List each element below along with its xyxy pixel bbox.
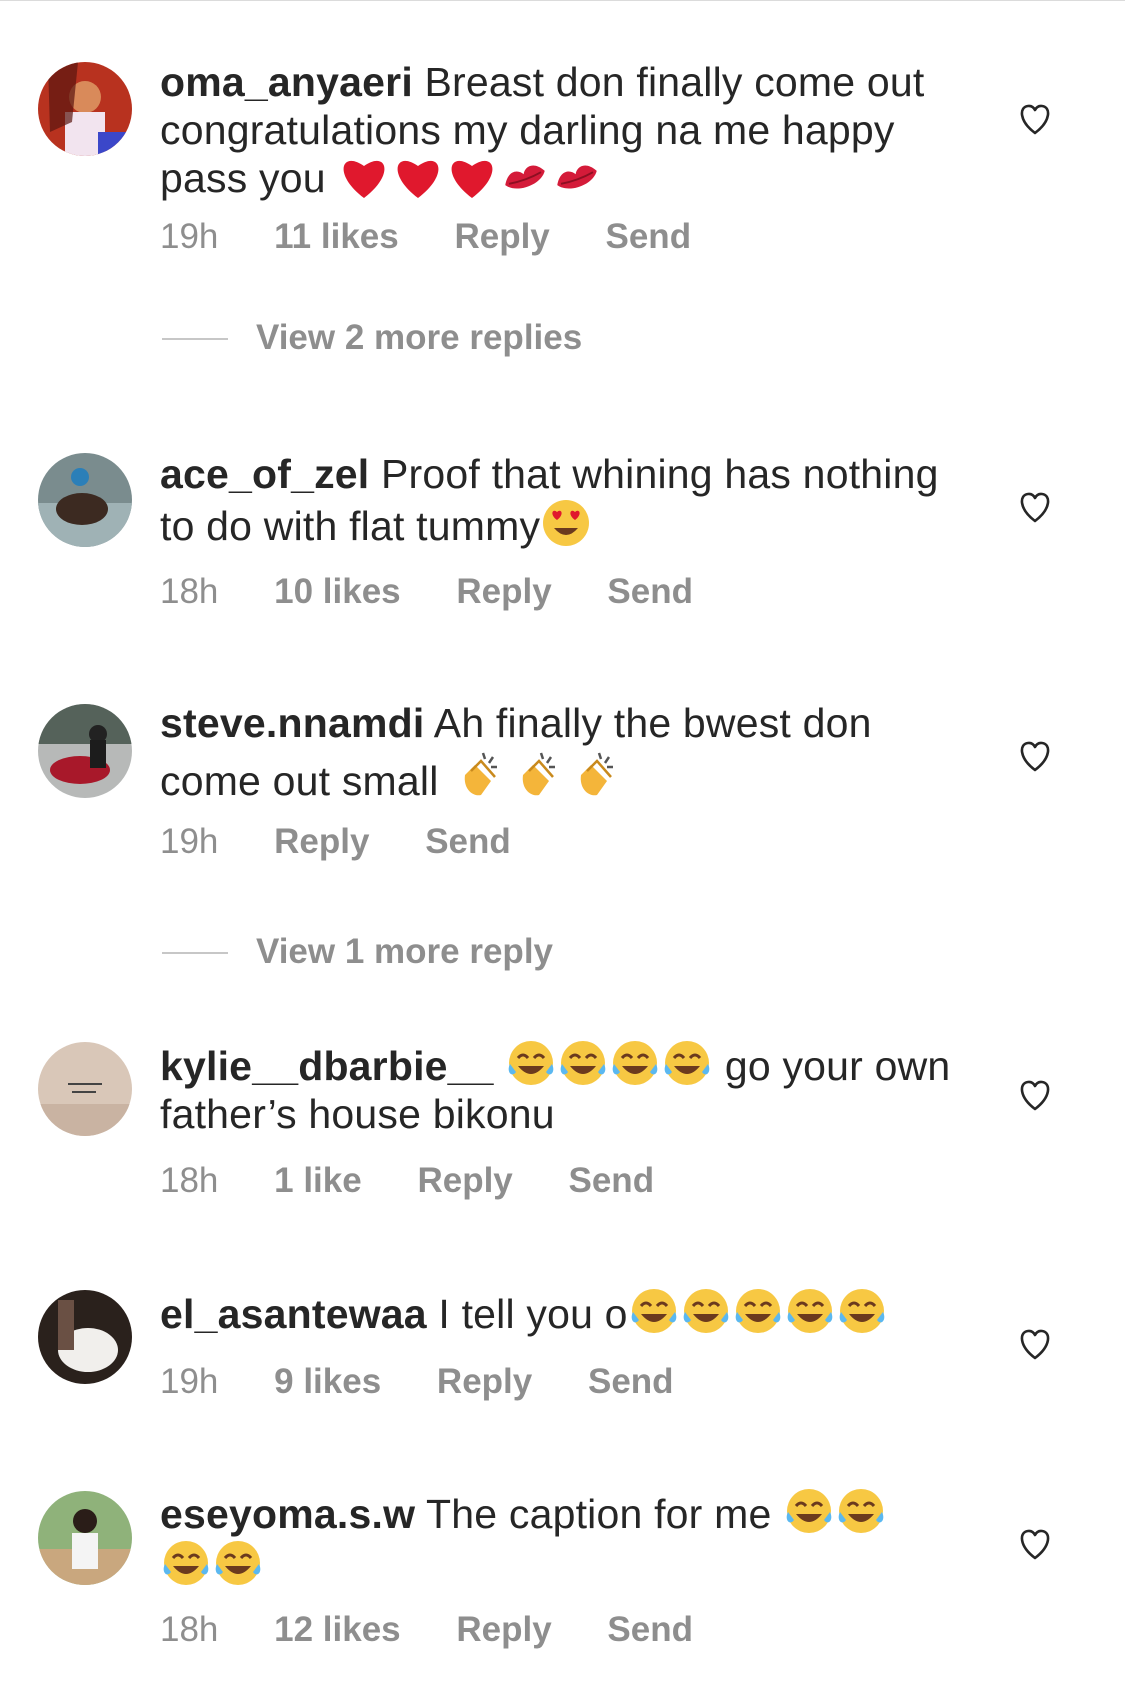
likes-count[interactable]: 9 likes xyxy=(274,1362,381,1402)
red-heart-icon xyxy=(397,160,439,198)
view-replies-label[interactable]: View 1 more reply xyxy=(256,932,553,972)
heart-outline-icon[interactable] xyxy=(1017,101,1053,137)
username-link[interactable]: ace_of_zel xyxy=(160,451,369,497)
tears-of-joy-emoji-icon xyxy=(612,1041,658,1085)
clapping-hands-icon xyxy=(580,752,614,796)
timestamp: 18h xyxy=(160,572,219,611)
comment-text: el_asantewaa I tell you o xyxy=(160,1286,960,1338)
send-button[interactable]: Send xyxy=(569,1161,655,1201)
tears-of-joy-emoji-icon xyxy=(838,1489,884,1533)
kiss-mark-icon xyxy=(505,165,546,189)
timestamp: 19h xyxy=(160,822,219,861)
send-button[interactable]: Send xyxy=(607,572,693,612)
likes-count[interactable]: 11 likes xyxy=(274,217,399,257)
heart-outline-icon[interactable] xyxy=(1017,489,1053,525)
tears-of-joy-emoji-icon xyxy=(683,1289,729,1333)
likes-count[interactable]: 10 likes xyxy=(274,572,401,612)
reply-button[interactable]: Reply xyxy=(456,1610,551,1650)
tears-of-joy-emoji-icon xyxy=(664,1041,710,1085)
top-divider xyxy=(0,0,1125,1)
username-link[interactable]: oma_anyaeri xyxy=(160,59,413,105)
comment-meta: 19h Reply Send xyxy=(160,822,557,862)
comment-text: oma_anyaeri Breast don finally come out … xyxy=(160,58,960,202)
comment-meta: 19h 9 likes Reply Send xyxy=(160,1362,720,1402)
clapping-hands-icon xyxy=(464,752,498,796)
comment-meta: 18h 10 likes Reply Send xyxy=(160,572,739,612)
send-button[interactable]: Send xyxy=(606,217,692,257)
avatar[interactable] xyxy=(38,62,132,156)
send-button[interactable]: Send xyxy=(588,1362,674,1402)
likes-count[interactable]: 12 likes xyxy=(274,1610,401,1650)
comment-meta: 18h 1 like Reply Send xyxy=(160,1161,700,1201)
comment-text: kylie__dbarbie__ go your own father’s ho… xyxy=(160,1038,960,1138)
red-heart-icon xyxy=(451,160,493,198)
username-link[interactable]: el_asantewaa xyxy=(160,1291,427,1337)
comment-meta: 19h 11 likes Reply Send xyxy=(160,217,737,257)
comment-body: I tell you o xyxy=(438,1291,628,1337)
reply-button[interactable]: Reply xyxy=(454,217,549,257)
avatar[interactable] xyxy=(38,1290,132,1384)
reply-button[interactable]: Reply xyxy=(437,1362,532,1402)
username-link[interactable]: kylie__dbarbie__ xyxy=(160,1043,494,1089)
heart-eyes-emoji-icon xyxy=(543,500,590,546)
heart-outline-icon[interactable] xyxy=(1017,738,1053,774)
comment-meta: 18h 12 likes Reply Send xyxy=(160,1610,739,1650)
red-heart-icon xyxy=(343,160,385,198)
reply-button[interactable]: Reply xyxy=(274,822,369,862)
timestamp: 19h xyxy=(160,1362,219,1401)
comment-text: eseyoma.s.w The caption for me xyxy=(160,1486,960,1590)
tears-of-joy-emoji-icon xyxy=(215,1541,261,1585)
timestamp: 18h xyxy=(160,1610,219,1649)
tears-of-joy-emoji-icon xyxy=(786,1489,832,1533)
send-button[interactable]: Send xyxy=(607,1610,693,1650)
likes-count[interactable]: 1 like xyxy=(274,1161,362,1201)
kiss-mark-icon xyxy=(557,165,598,189)
send-button[interactable]: Send xyxy=(425,822,511,862)
reply-button[interactable]: Reply xyxy=(417,1161,512,1201)
comment-text: steve.nnamdi Ah finally the bwest don co… xyxy=(160,699,960,805)
tears-of-joy-emoji-icon xyxy=(787,1289,833,1333)
username-link[interactable]: eseyoma.s.w xyxy=(160,1491,415,1537)
tears-of-joy-emoji-icon xyxy=(631,1289,677,1333)
avatar[interactable] xyxy=(38,1042,132,1136)
heart-outline-icon[interactable] xyxy=(1017,1326,1053,1362)
heart-outline-icon[interactable] xyxy=(1017,1526,1053,1562)
reply-divider xyxy=(162,952,228,954)
comment-text: ace_of_zel Proof that whining has nothin… xyxy=(160,450,960,550)
reply-divider xyxy=(162,338,228,340)
tears-of-joy-emoji-icon xyxy=(560,1041,606,1085)
clapping-hands-icon xyxy=(522,752,556,796)
timestamp: 19h xyxy=(160,217,219,256)
comment-body: The caption for me xyxy=(426,1491,772,1537)
tears-of-joy-emoji-icon xyxy=(735,1289,781,1333)
avatar[interactable] xyxy=(38,1491,132,1585)
tears-of-joy-emoji-icon xyxy=(508,1041,554,1085)
view-replies-label[interactable]: View 2 more replies xyxy=(256,318,582,358)
timestamp: 18h xyxy=(160,1161,219,1200)
username-link[interactable]: steve.nnamdi xyxy=(160,700,424,746)
reply-button[interactable]: Reply xyxy=(456,572,551,612)
tears-of-joy-emoji-icon xyxy=(163,1541,209,1585)
tears-of-joy-emoji-icon xyxy=(839,1289,885,1333)
avatar[interactable] xyxy=(38,704,132,798)
avatar[interactable] xyxy=(38,453,132,547)
heart-outline-icon[interactable] xyxy=(1017,1077,1053,1113)
